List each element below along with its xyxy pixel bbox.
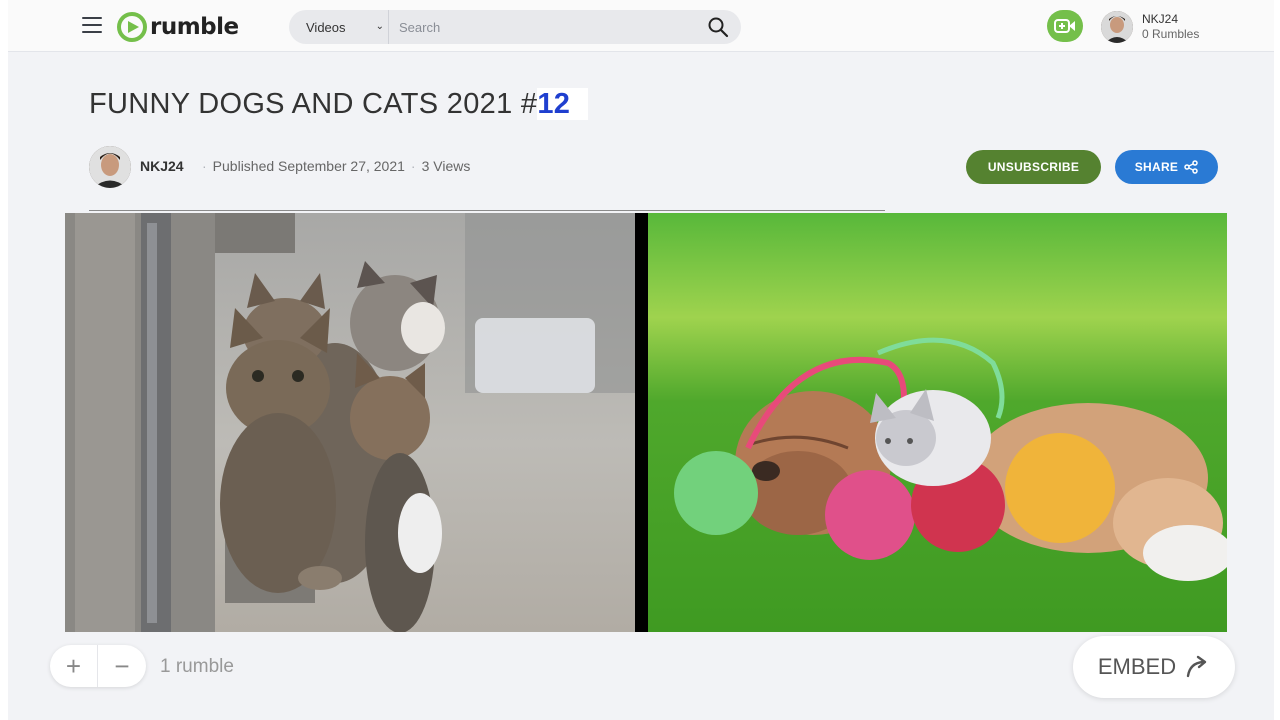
menu-icon[interactable] (82, 17, 102, 35)
view-count: 3 Views (421, 158, 471, 174)
meta-separator: · (410, 158, 416, 174)
published-date: Published September 27, 2021 (212, 158, 405, 174)
unsubscribe-button[interactable]: UNSUBSCRIBE (966, 150, 1101, 184)
search-icon (708, 17, 729, 38)
share-button[interactable]: SHARE (1115, 150, 1218, 184)
upload-video-icon (1054, 19, 1075, 33)
share-icon (1184, 160, 1198, 174)
share-label: SHARE (1134, 160, 1179, 174)
search-input[interactable] (389, 10, 695, 44)
downvote-button[interactable]: − (98, 645, 146, 687)
video-title-text: FUNNY DOGS AND CATS 2021 # (89, 88, 538, 120)
search-bar: Videos ⌄ (289, 10, 741, 44)
rumble-vote-group: + − (50, 645, 146, 687)
divider (89, 210, 885, 211)
video-frame-kittens (65, 213, 635, 632)
user-rumbles-count: 0 Rumbles (1142, 27, 1200, 41)
video-meta: · Published September 27, 2021 · 3 Views (196, 158, 470, 174)
embed-button[interactable]: EMBED (1073, 636, 1235, 698)
meta-separator: · (202, 158, 207, 174)
video-player[interactable] (65, 213, 1227, 632)
video-title-number: 12 (537, 88, 589, 120)
avatar[interactable] (1101, 11, 1133, 43)
upvote-button[interactable]: + (50, 645, 98, 687)
search-scope-select[interactable]: Videos ⌄ (289, 10, 389, 44)
video-title: FUNNY DOGS AND CATS 2021 #12 (89, 88, 589, 121)
unsubscribe-label: UNSUBSCRIBE (987, 160, 1080, 174)
rumble-logo[interactable]: rumble (117, 12, 239, 42)
embed-label: EMBED (1097, 654, 1177, 679)
rumble-count: 1 rumble (160, 656, 234, 677)
chevron-down-icon: ⌄ (375, 21, 384, 32)
channel-avatar[interactable] (89, 146, 131, 188)
channel-name[interactable]: NKJ24 (140, 158, 184, 174)
user-name[interactable]: NKJ24 (1142, 12, 1178, 26)
upload-video-button[interactable] (1047, 10, 1083, 42)
search-button[interactable] (695, 10, 741, 44)
rumble-logo-icon (117, 12, 147, 42)
search-scope-label: Videos (306, 19, 346, 35)
embed-arrow-icon (1186, 655, 1207, 678)
video-frame-dog-kitten (648, 213, 1227, 632)
logo-text: rumble (150, 14, 239, 40)
